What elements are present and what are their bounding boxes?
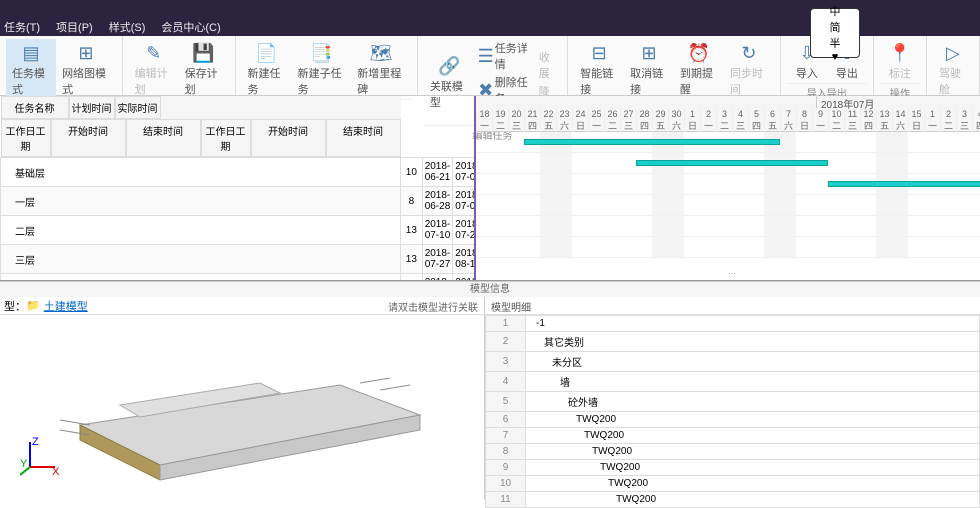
save-plan-button[interactable]: 💾保存计划 xyxy=(179,39,229,99)
gantt-bar[interactable] xyxy=(524,139,780,145)
detail-row[interactable]: 9TWQ200 xyxy=(486,460,980,476)
pin-icon: 📍 xyxy=(888,41,912,65)
menu-style[interactable]: 样式(S) xyxy=(109,19,146,35)
detail-pane: 模型明细 1-12其它类别3未分区4墙5砼外墙6TWQ2007TWQ2008TW… xyxy=(485,297,980,500)
save-icon: 💾 xyxy=(192,41,216,65)
detail-row[interactable]: 7TWQ200 xyxy=(486,428,980,444)
gantt-bar[interactable] xyxy=(636,160,828,166)
new-subtask-button[interactable]: 📑新建子任务 xyxy=(292,39,352,99)
gantt-row[interactable] xyxy=(476,195,980,216)
smart-link-button[interactable]: ⊟智能链接 xyxy=(574,39,624,99)
model-hint: 请双击模型进行关联 xyxy=(388,299,478,314)
building-model xyxy=(0,315,485,495)
model-link[interactable]: 土建模型 xyxy=(44,298,88,314)
gantt-timeline[interactable]: 2018年07月 18一19二20三21四22五23六24日25一26二27三2… xyxy=(476,96,980,280)
doc-icon: 📄 xyxy=(255,41,279,65)
task-mode-button[interactable]: ▤任务模式 xyxy=(6,39,56,99)
detail-row[interactable]: 3未分区 xyxy=(486,352,980,372)
svg-text:Z: Z xyxy=(32,437,39,448)
edit-plan-button[interactable]: ✎编辑计划 xyxy=(129,39,179,99)
flag-icon: 🗺 xyxy=(369,41,393,65)
unchain-icon: ⊞ xyxy=(637,41,661,65)
detail-row[interactable]: 6TWQ200 xyxy=(486,412,980,428)
table-row[interactable]: 四、五层252018-08-152018-09-18252018-08-1520… xyxy=(1,274,477,281)
task-grid[interactable]: 任务名称 计划时间 实际时间 工作日工期开始时间结束时间 工作日工期开始时间结束… xyxy=(0,96,476,280)
doc-child-icon: 📑 xyxy=(309,41,333,65)
clock-icon: ⏰ xyxy=(687,41,711,65)
new-task-button[interactable]: 📄新建任务 xyxy=(242,39,292,99)
model-3d-view[interactable]: Z X Y xyxy=(0,315,484,495)
gantt-row[interactable] xyxy=(476,153,980,174)
axis-gizmo[interactable]: Z X Y xyxy=(20,437,60,480)
scroll-indicator[interactable]: ⋯ xyxy=(728,269,736,278)
annotate-button[interactable]: 📍标注 xyxy=(880,39,920,83)
col-plan: 计划时间 xyxy=(69,96,115,119)
detail-row[interactable]: 1-1 xyxy=(486,316,980,332)
chain-icon: ⊟ xyxy=(587,41,611,65)
network-icon: ⊞ xyxy=(74,41,98,65)
play-icon: ▷ xyxy=(941,41,965,65)
detail-title: 模型明细 xyxy=(485,297,980,315)
sync-icon: ↻ xyxy=(737,41,761,65)
detail-row[interactable]: 5砼外墙 xyxy=(486,392,980,412)
detail-row[interactable]: 8TWQ200 xyxy=(486,444,980,460)
col-actual: 实际时间 xyxy=(115,96,161,119)
list-icon: ▤ xyxy=(19,41,43,65)
svg-text:Y: Y xyxy=(20,458,28,470)
reminder-button[interactable]: ⏰到期提醒 xyxy=(674,39,724,99)
avatar-widget[interactable]: 中 简 半 ♥ xyxy=(810,8,860,58)
gantt-row[interactable] xyxy=(476,174,980,195)
table-row[interactable]: 一层82018-06-282018-07-0982018-06-282018-0… xyxy=(1,187,477,216)
network-mode-button[interactable]: ⊞网络图模式 xyxy=(56,39,116,99)
menu-member[interactable]: 会员中心(C) xyxy=(161,19,220,35)
model-pane: 型： 📁 土建模型 请双击模型进行关联 ZXY xyxy=(0,297,485,500)
dashboard-button[interactable]: ▷驾驶舱 xyxy=(933,39,973,99)
unlink-button[interactable]: ⊞取消链接 xyxy=(624,39,674,99)
link-icon: 🔗 xyxy=(437,54,461,78)
detail-row[interactable]: 2其它类别 xyxy=(486,332,980,352)
timeline-month: 2018年07月 xyxy=(816,96,874,108)
sync-time-button[interactable]: ↻同步时间 xyxy=(724,39,774,99)
delete-icon: ✖ xyxy=(479,83,493,97)
menu-task[interactable]: 任务(T) xyxy=(4,19,40,35)
new-milestone-button[interactable]: 🗺新增里程碑 xyxy=(351,39,411,99)
gantt-area: 任务名称 计划时间 实际时间 工作日工期开始时间结束时间 工作日工期开始时间结束… xyxy=(0,96,980,281)
menu-project[interactable]: 项目(P) xyxy=(56,19,93,35)
folder-icon: 📁 xyxy=(26,299,40,312)
table-row[interactable]: 二层132018-07-102018-07-26132018-07-102018… xyxy=(1,216,477,245)
detail-row[interactable]: 4墙 xyxy=(486,372,980,392)
gantt-bar[interactable] xyxy=(828,181,980,187)
collapse-button[interactable]: 收展 xyxy=(535,48,561,82)
detail-row[interactable]: 10TWQ200 xyxy=(486,476,980,492)
gantt-row[interactable] xyxy=(476,216,980,237)
table-row[interactable]: 基础层102018-06-212018-07-04102018-06-21201… xyxy=(1,158,477,187)
info-bar: 模型信息 xyxy=(0,281,980,297)
table-row[interactable]: 三层132018-07-272018-08-14132018-07-272018… xyxy=(1,245,477,274)
detail-icon: ☰ xyxy=(479,49,493,63)
edit-icon: ✎ xyxy=(142,41,166,65)
detail-table[interactable]: 1-12其它类别3未分区4墙5砼外墙6TWQ2007TWQ2008TWQ2009… xyxy=(485,315,980,508)
gantt-row[interactable] xyxy=(476,132,980,153)
svg-text:X: X xyxy=(52,466,60,477)
task-detail-button[interactable]: ☰任务详情 xyxy=(475,39,535,73)
col-name[interactable]: 任务名称 xyxy=(1,96,69,119)
gantt-row[interactable] xyxy=(476,237,980,258)
